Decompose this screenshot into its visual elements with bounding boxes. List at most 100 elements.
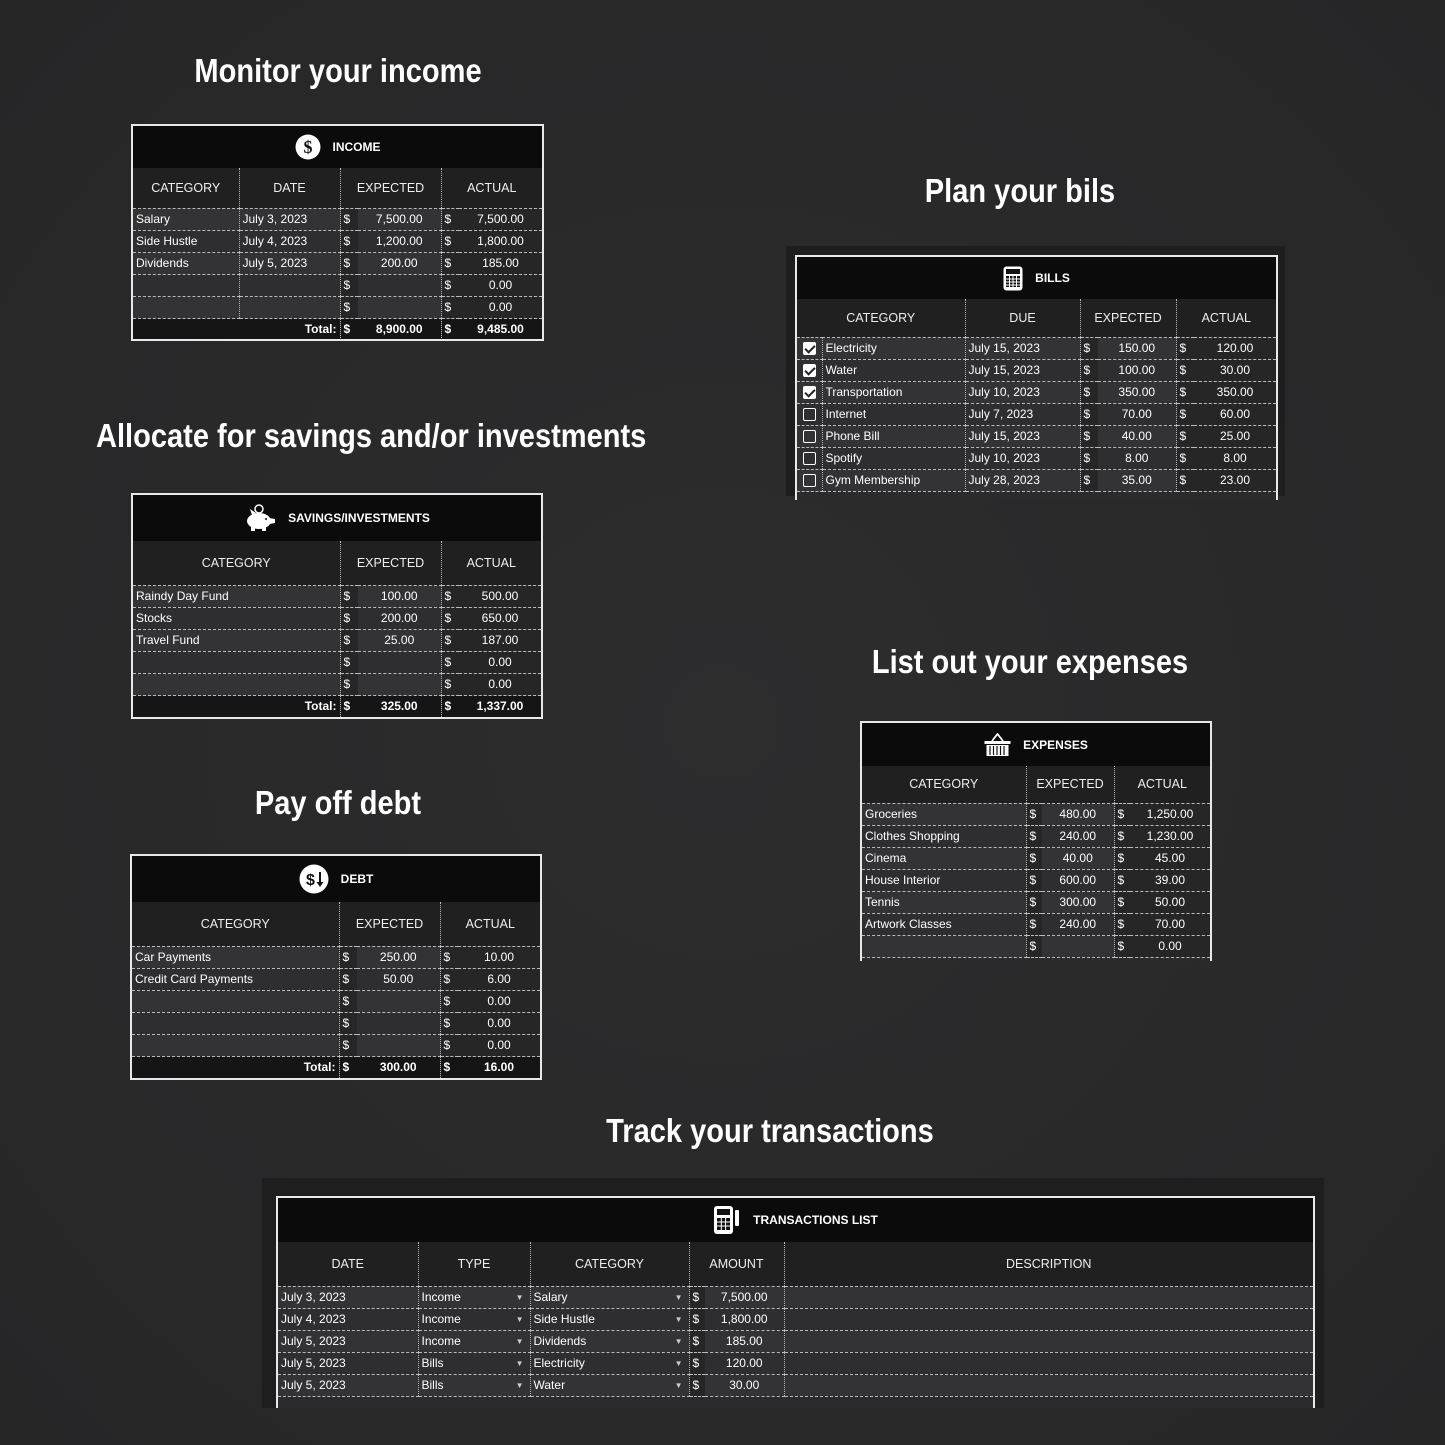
type-dropdown[interactable]: Income ▼ bbox=[417, 1330, 530, 1353]
actual-amount[interactable]: 8.00 bbox=[1194, 447, 1276, 470]
paid-checkbox[interactable] bbox=[802, 474, 816, 488]
actual-amount[interactable]: 70.00 bbox=[1130, 913, 1210, 936]
dropdown-arrow-icon[interactable]: ▼ bbox=[675, 1381, 683, 1390]
actual-amount[interactable]: 0.00 bbox=[458, 1012, 540, 1035]
paid-checkbox[interactable] bbox=[802, 364, 816, 378]
expected-amount[interactable]: 40.00 bbox=[1098, 425, 1177, 448]
actual-amount[interactable]: 350.00 bbox=[1194, 381, 1276, 404]
category-cell[interactable]: Credit Card Payments bbox=[132, 968, 339, 991]
actual-amount[interactable]: 0.00 bbox=[459, 651, 541, 674]
paid-checkbox[interactable] bbox=[802, 452, 816, 466]
expected-amount[interactable]: 240.00 bbox=[1042, 825, 1115, 848]
category-dropdown[interactable]: Salary ▼ bbox=[529, 1286, 689, 1309]
type-dropdown[interactable]: Income ▼ bbox=[417, 1286, 530, 1309]
category-cell[interactable]: Gym Membership bbox=[821, 469, 965, 492]
expected-amount[interactable] bbox=[1042, 935, 1115, 958]
description-cell[interactable] bbox=[783, 1286, 1313, 1309]
expected-amount[interactable]: 240.00 bbox=[1042, 913, 1115, 936]
category-cell[interactable]: Side Hustle bbox=[133, 230, 239, 253]
actual-amount[interactable]: 50.00 bbox=[1130, 891, 1210, 914]
paid-checkbox[interactable] bbox=[802, 386, 816, 400]
paid-checkbox-cell[interactable] bbox=[797, 447, 822, 470]
amount-cell[interactable]: 120.00 bbox=[705, 1352, 785, 1375]
category-cell[interactable]: House Interior bbox=[862, 869, 1026, 892]
category-cell[interactable]: Dividends bbox=[133, 252, 239, 275]
actual-amount[interactable]: 1,800.00 bbox=[459, 230, 542, 253]
category-dropdown[interactable]: Dividends ▼ bbox=[529, 1330, 689, 1353]
category-cell[interactable]: Raindy Day Fund bbox=[133, 585, 340, 608]
type-dropdown[interactable]: Bills ▼ bbox=[417, 1352, 530, 1375]
expected-amount[interactable]: 100.00 bbox=[358, 585, 442, 608]
expected-amount[interactable] bbox=[357, 1012, 441, 1035]
due-date-cell[interactable]: July 28, 2023 bbox=[964, 469, 1080, 492]
category-cell[interactable]: Clothes Shopping bbox=[862, 825, 1026, 848]
paid-checkbox-cell[interactable] bbox=[797, 403, 822, 426]
dropdown-arrow-icon[interactable]: ▼ bbox=[675, 1315, 683, 1324]
paid-checkbox-cell[interactable] bbox=[797, 337, 822, 360]
expected-amount[interactable] bbox=[358, 651, 442, 674]
due-date-cell[interactable]: July 15, 2023 bbox=[964, 359, 1080, 382]
date-cell[interactable]: July 3, 2023 bbox=[238, 208, 340, 231]
date-cell[interactable]: July 4, 2023 bbox=[278, 1308, 418, 1331]
category-cell[interactable] bbox=[132, 1012, 339, 1035]
dropdown-arrow-icon[interactable]: ▼ bbox=[516, 1293, 524, 1302]
expected-amount[interactable]: 1,200.00 bbox=[358, 230, 442, 253]
due-date-cell[interactable]: July 10, 2023 bbox=[964, 381, 1080, 404]
dropdown-arrow-icon[interactable]: ▼ bbox=[675, 1359, 683, 1368]
amount-cell[interactable]: 30.00 bbox=[705, 1374, 785, 1397]
category-cell[interactable]: Travel Fund bbox=[133, 629, 340, 652]
category-cell[interactable] bbox=[132, 1034, 339, 1057]
description-cell[interactable] bbox=[783, 1352, 1313, 1375]
expected-amount[interactable]: 250.00 bbox=[357, 946, 441, 969]
actual-amount[interactable]: 187.00 bbox=[459, 629, 541, 652]
paid-checkbox-cell[interactable] bbox=[797, 469, 822, 492]
category-cell[interactable]: Salary bbox=[133, 208, 239, 231]
date-cell[interactable] bbox=[238, 274, 340, 297]
expected-amount[interactable]: 25.00 bbox=[358, 629, 442, 652]
category-cell[interactable]: Groceries bbox=[862, 803, 1026, 826]
actual-amount[interactable]: 30.00 bbox=[1194, 359, 1276, 382]
expected-amount[interactable] bbox=[358, 673, 442, 696]
category-cell[interactable]: Stocks bbox=[133, 607, 340, 630]
date-cell[interactable]: July 5, 2023 bbox=[278, 1352, 418, 1375]
category-cell[interactable]: Electricity bbox=[821, 337, 965, 360]
amount-cell[interactable]: 1,800.00 bbox=[705, 1308, 785, 1331]
actual-amount[interactable]: 7,500.00 bbox=[459, 208, 542, 231]
type-dropdown[interactable]: Income ▼ bbox=[417, 1308, 530, 1331]
expected-amount[interactable]: 70.00 bbox=[1098, 403, 1177, 426]
actual-amount[interactable]: 1,250.00 bbox=[1130, 803, 1210, 826]
expected-amount[interactable] bbox=[357, 1034, 441, 1057]
paid-checkbox-cell[interactable] bbox=[797, 359, 822, 382]
category-dropdown[interactable]: Water ▼ bbox=[529, 1374, 689, 1397]
actual-amount[interactable]: 0.00 bbox=[1130, 935, 1210, 958]
category-cell[interactable]: Tennis bbox=[862, 891, 1026, 914]
category-cell[interactable] bbox=[133, 274, 239, 297]
actual-amount[interactable]: 500.00 bbox=[459, 585, 541, 608]
date-cell[interactable]: July 5, 2023 bbox=[278, 1374, 418, 1397]
actual-amount[interactable]: 25.00 bbox=[1194, 425, 1276, 448]
actual-amount[interactable]: 1,230.00 bbox=[1130, 825, 1210, 848]
actual-amount[interactable]: 45.00 bbox=[1130, 847, 1210, 870]
expected-amount[interactable]: 100.00 bbox=[1098, 359, 1177, 382]
category-cell[interactable]: Spotify bbox=[821, 447, 965, 470]
actual-amount[interactable]: 0.00 bbox=[458, 990, 540, 1013]
actual-amount[interactable]: 60.00 bbox=[1194, 403, 1276, 426]
actual-amount[interactable]: 0.00 bbox=[458, 1034, 540, 1057]
expected-amount[interactable]: 8.00 bbox=[1098, 447, 1177, 470]
expected-amount[interactable]: 600.00 bbox=[1042, 869, 1115, 892]
category-cell[interactable] bbox=[133, 296, 239, 319]
actual-amount[interactable]: 0.00 bbox=[459, 296, 542, 319]
type-dropdown[interactable]: Bills ▼ bbox=[417, 1374, 530, 1397]
expected-amount[interactable] bbox=[358, 274, 442, 297]
actual-amount[interactable]: 185.00 bbox=[459, 252, 542, 275]
category-cell[interactable]: Internet bbox=[821, 403, 965, 426]
date-cell[interactable] bbox=[238, 296, 340, 319]
expected-amount[interactable]: 480.00 bbox=[1042, 803, 1115, 826]
expected-amount[interactable] bbox=[358, 296, 442, 319]
description-cell[interactable] bbox=[783, 1308, 1313, 1331]
actual-amount[interactable]: 0.00 bbox=[459, 274, 542, 297]
expected-amount[interactable]: 200.00 bbox=[358, 252, 442, 275]
expected-amount[interactable]: 40.00 bbox=[1042, 847, 1115, 870]
actual-amount[interactable]: 6.00 bbox=[458, 968, 540, 991]
expected-amount[interactable]: 50.00 bbox=[357, 968, 441, 991]
